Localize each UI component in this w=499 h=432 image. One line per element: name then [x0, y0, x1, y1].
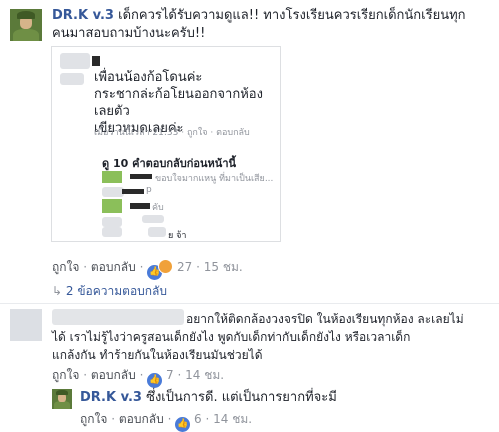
- image-post-line2: กระชากล่ะก้อโยนออกจากห้องเลยตัว: [94, 87, 263, 119]
- comment-time[interactable]: 15 ชม.: [204, 260, 243, 274]
- image-post-line1: เพื่อนน้องก้อโดนค่ะ: [94, 70, 203, 85]
- reply-link[interactable]: ตอบกลับ: [91, 260, 136, 274]
- like-link[interactable]: ถูกใจ: [52, 368, 79, 382]
- reply-link[interactable]: ตอบกลับ: [91, 368, 136, 382]
- comment-text-line3: แกล้งกัน ทำร้ายกันในห้องเรียนมันช่วยได้: [52, 348, 263, 362]
- comment-actions: ถูกใจ · ตอบกลับ · 👍 27 · 15 ชม.: [52, 258, 243, 280]
- thumbs-up-icon[interactable]: 👍: [147, 373, 163, 388]
- image-view-more: ดู 10 คำตอบกลับก่อนหน้านี้: [102, 157, 237, 170]
- reaction-count[interactable]: 6: [194, 412, 202, 426]
- comment-time[interactable]: 14 ชม.: [185, 368, 224, 382]
- image-post-time: เมื่อวานนี้เวลา 21:33: [94, 128, 179, 138]
- angry-face-icon[interactable]: [158, 259, 174, 274]
- comment-actions: ถูกใจ · ตอบกลับ · 👍 7 · 14 ชม.: [52, 366, 224, 388]
- reply-link[interactable]: ตอบกลับ: [119, 412, 164, 426]
- image-post-like: ถูกใจ: [186, 128, 208, 138]
- image-reply1-suffix: p: [146, 185, 152, 195]
- image-reply3-text: ย จ้า: [168, 231, 187, 241]
- comment-text-line2: คนมาสอบถามบ้างนะครับ!!: [52, 26, 206, 41]
- reply-arrow-icon: ↳: [52, 284, 63, 298]
- image-reply2-text: คับ: [152, 203, 164, 213]
- reply-time[interactable]: 14 ชม.: [213, 412, 252, 426]
- author-name[interactable]: DR.K v.3: [52, 8, 114, 23]
- replies-link-text[interactable]: 2 ข้อความตอบกลับ: [66, 284, 167, 298]
- like-link[interactable]: ถูกใจ: [80, 412, 107, 426]
- reply-text: ซึ่งเป็นการดี. แต่เป็นการยากที่จะมี: [146, 390, 337, 405]
- avatar[interactable]: [52, 389, 72, 409]
- comment-text-line1: อยากให้ติดกล้องวงจรปิด ในห้องเรียนทุกห้อ…: [186, 312, 464, 326]
- like-link[interactable]: ถูกใจ: [52, 260, 79, 274]
- blurred-avatar[interactable]: [10, 309, 42, 341]
- image-reply-avatar: [102, 171, 122, 183]
- reaction-count[interactable]: 7: [166, 368, 174, 382]
- thumbs-up-icon[interactable]: 👍: [175, 417, 191, 432]
- reaction-count[interactable]: 27: [177, 260, 192, 274]
- divider: [0, 303, 499, 304]
- comment-body: DR.K v.3 เด็กควรได้รับความดูแล!! ทางโรงเ…: [52, 7, 492, 43]
- comment-text-line2: ได้ เราไม่รู้ไงว่าครูสอนเด็กยังไง พูดกับ…: [52, 330, 411, 344]
- view-replies[interactable]: ↳ 2 ข้อความตอบกลับ: [52, 282, 167, 301]
- image-reply1-text: ขอบใจมากแหนู ที่มาเป็นเสีย...: [155, 174, 274, 184]
- reply-body: DR.K v.3 ซึ่งเป็นการดี. แต่เป็นการยากที่…: [80, 389, 494, 407]
- author-name[interactable]: DR.K v.3: [80, 390, 142, 405]
- reply-actions: ถูกใจ · ตอบกลับ · 👍 6 · 14 ชม.: [80, 410, 252, 432]
- image-post-reply: ตอบกลับ: [216, 128, 250, 138]
- comment-image[interactable]: เพื่อนน้องก้อโดนค่ะ กระชากล่ะก้อโยนออกจา…: [51, 46, 281, 242]
- blurred-avatar: [60, 53, 90, 69]
- comment-text-line1: เด็กควรได้รับความดูแล!! ทางโรงเรียนควรเร…: [118, 8, 466, 23]
- comment-body: อยากให้ติดกล้องวงจรปิด ในห้องเรียนทุกห้อ…: [52, 310, 494, 364]
- avatar[interactable]: [10, 9, 42, 41]
